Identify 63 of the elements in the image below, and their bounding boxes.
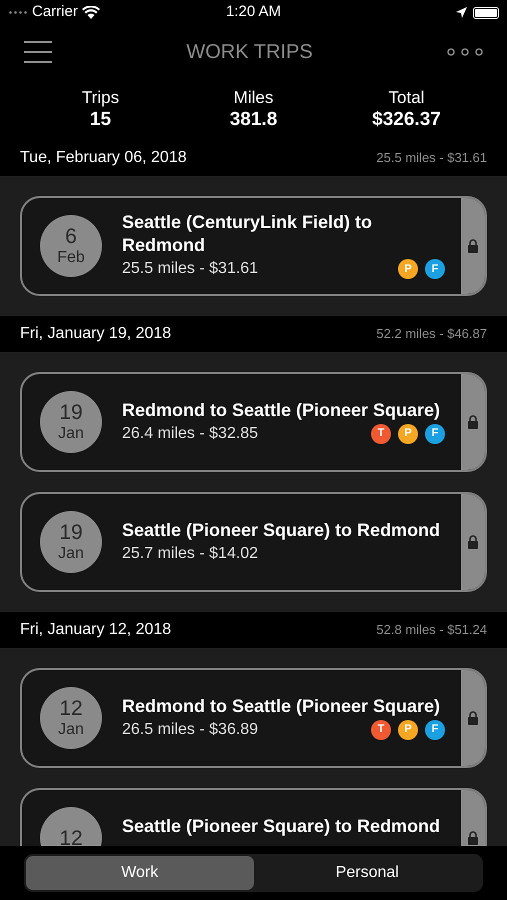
trip-distance-cost: 25.5 miles - $31.61 — [122, 259, 258, 279]
month-label: Feb — [57, 250, 85, 266]
summary-label: Miles — [234, 86, 274, 108]
signal-dots — [8, 11, 28, 14]
lock-icon — [467, 830, 479, 846]
lock-strip[interactable] — [461, 670, 485, 766]
day-number: 12 — [59, 698, 83, 719]
trip-route: Seattle (Pioneer Square) to Redmond — [122, 518, 442, 542]
section-date: Fri, January 19, 2018 — [20, 324, 172, 344]
trip-card[interactable]: 6 Feb Seattle (CenturyLink Field) to Redmond 25.5 miles - $31.61 P F — [20, 196, 487, 296]
section-total: 25.5 miles - $31.61 — [376, 149, 487, 168]
tag-badge: F — [425, 259, 445, 279]
summary-value: $326.37 — [372, 108, 441, 132]
summary-value: 381.8 — [230, 108, 278, 132]
tag-badge: P — [398, 720, 418, 740]
trip-card[interactable]: 12 Seattle (Pioneer Square) to Redmond — [20, 788, 487, 846]
tag-badge: P — [398, 424, 418, 444]
trip-route: Seattle (CenturyLink Field) to Redmond — [122, 211, 374, 257]
carrier-name: Carrier — [32, 2, 78, 22]
location-arrow-icon — [456, 7, 467, 18]
lock-icon — [467, 534, 479, 550]
trip-card[interactable]: 12 Jan Redmond to Seattle (Pioneer Square) 26.5 miles - $36.89 T P F — [20, 668, 487, 768]
lock-icon — [467, 238, 479, 254]
tag-badge: P — [398, 259, 418, 279]
day-number: 19 — [59, 522, 83, 543]
trip-distance-cost: 25.7 miles - $14.02 — [122, 544, 258, 564]
tag-badge: T — [371, 424, 391, 444]
trip-route: Seattle (Pioneer Square) to Redmond — [122, 814, 442, 838]
lock-strip[interactable] — [461, 494, 485, 590]
screen-title: WORK TRIPS — [186, 40, 313, 64]
section-total: 52.8 miles - $51.24 — [376, 621, 487, 640]
trip-distance-cost: 26.5 miles - $36.89 — [122, 720, 258, 740]
month-label: Jan — [58, 426, 84, 442]
section-total: 52.2 miles - $46.87 — [376, 325, 487, 344]
section-date: Tue, February 06, 2018 — [20, 148, 187, 168]
segment-tab[interactable]: Work — [26, 856, 254, 890]
trip-distance-cost: 26.4 miles - $32.85 — [122, 424, 258, 444]
more-options-icon[interactable] — [447, 48, 483, 56]
menu-icon[interactable] — [24, 40, 52, 62]
trip-card[interactable]: 19 Jan Seattle (Pioneer Square) to Redmond 25.7 miles - $14.02 — [20, 492, 487, 592]
segment-tab[interactable]: Personal — [254, 856, 481, 890]
trip-route: Redmond to Seattle (Pioneer Square) — [122, 694, 442, 718]
battery-icon — [472, 6, 499, 18]
trip-route: Redmond to Seattle (Pioneer Square) — [122, 398, 442, 422]
summary-label: Total — [388, 86, 424, 108]
clock-time: 1:20 AM — [226, 2, 282, 22]
tag-badge: F — [425, 424, 445, 444]
lock-icon — [467, 414, 479, 430]
day-number: 6 — [65, 226, 77, 247]
lock-strip[interactable] — [461, 374, 485, 470]
section-date: Fri, January 12, 2018 — [20, 620, 172, 640]
lock-icon — [467, 710, 479, 726]
day-number: 12 — [59, 828, 83, 846]
summary-label: Trips — [82, 86, 120, 108]
wifi-icon — [82, 6, 100, 19]
trip-card[interactable]: 19 Jan Redmond to Seattle (Pioneer Square) 26.4 miles - $32.85 T P F — [20, 372, 487, 472]
month-label: Jan — [58, 722, 84, 738]
tag-badge: F — [425, 720, 445, 740]
day-number: 19 — [59, 402, 83, 423]
lock-strip[interactable] — [461, 198, 485, 294]
summary-value: 15 — [90, 108, 112, 132]
month-label: Jan — [58, 546, 84, 562]
tag-badge: T — [371, 720, 391, 740]
